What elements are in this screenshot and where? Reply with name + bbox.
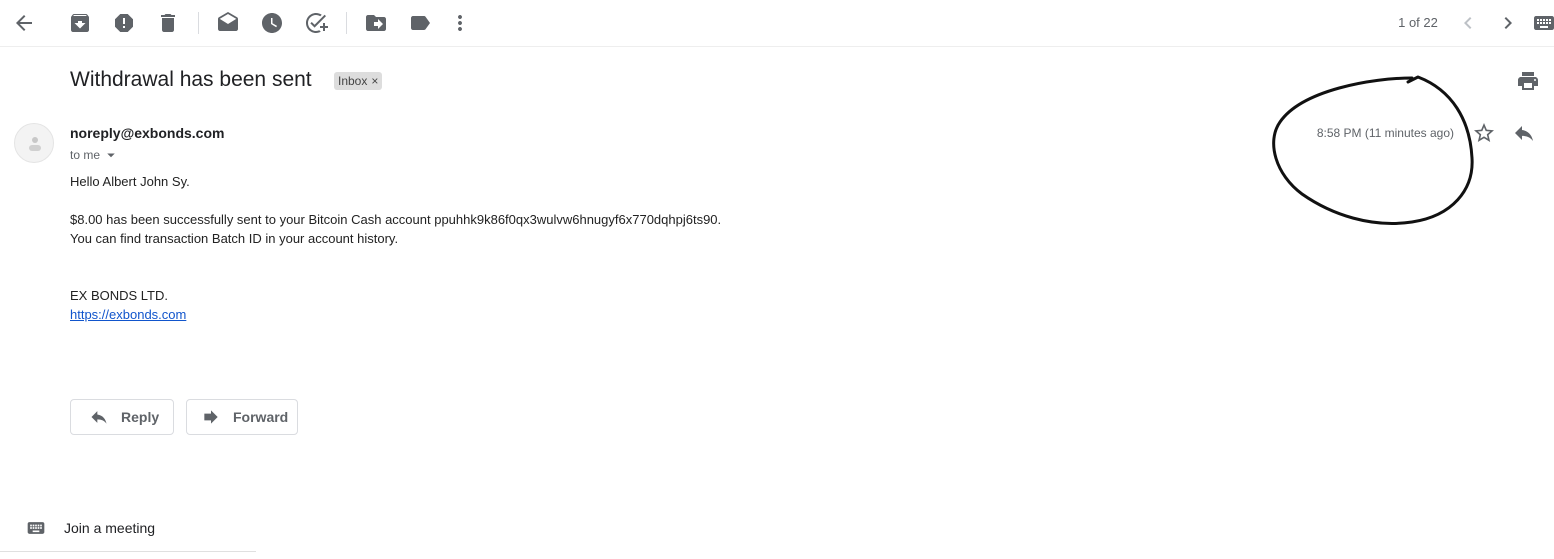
- remove-label-icon[interactable]: ×: [371, 72, 378, 90]
- forward-icon: [204, 410, 218, 424]
- annotation-circle: [1272, 75, 1474, 225]
- forward-button-label: Forward: [233, 409, 289, 425]
- sidebar-divider: [0, 551, 256, 552]
- message-toolbar: 1 of 22: [0, 0, 1554, 47]
- recipient-text: to me: [70, 148, 101, 162]
- star-icon[interactable]: [1472, 121, 1496, 145]
- body-company: EX BONDS LTD.: [70, 288, 169, 303]
- keyboard-icon: [27, 522, 45, 534]
- message-timestamp: 8:58 PM (11 minutes ago): [1316, 126, 1454, 140]
- toolbar-divider: [346, 12, 347, 34]
- join-meeting-label: Join a meeting: [64, 520, 156, 536]
- more-vert-icon[interactable]: [448, 11, 472, 35]
- join-meeting-item[interactable]: Join a meeting: [26, 518, 155, 538]
- sender-avatar: [14, 123, 54, 163]
- report-spam-icon[interactable]: [112, 11, 136, 35]
- body-line-1: $8.00 has been successfully sent to your…: [70, 212, 722, 227]
- print-icon[interactable]: [1516, 69, 1540, 93]
- forward-button[interactable]: Forward: [186, 399, 298, 435]
- recipient-details[interactable]: to me: [70, 146, 120, 164]
- body-line-2: You can find transaction Batch ID in you…: [70, 231, 399, 246]
- body-greeting: Hello Albert John Sy.: [70, 174, 190, 189]
- snooze-icon[interactable]: [260, 11, 284, 35]
- chevron-down-icon[interactable]: [102, 146, 120, 164]
- body-link[interactable]: https://exbonds.com: [70, 307, 186, 322]
- sender-address[interactable]: noreply@exbonds.com: [70, 125, 224, 141]
- mark-unread-icon[interactable]: [216, 11, 240, 35]
- label-icon[interactable]: [408, 11, 432, 35]
- toolbar-divider: [198, 12, 199, 34]
- label-chip-text: Inbox: [338, 74, 368, 88]
- older-icon[interactable]: [1496, 11, 1520, 35]
- arrow-back-icon[interactable]: [12, 11, 36, 35]
- reply-button-label: Reply: [121, 409, 160, 425]
- reply-icon: [91, 411, 107, 424]
- archive-icon[interactable]: [68, 11, 92, 35]
- delete-icon[interactable]: [156, 11, 180, 35]
- add-task-icon[interactable]: [304, 11, 328, 35]
- newer-icon[interactable]: [1456, 11, 1480, 35]
- reply-button[interactable]: Reply: [70, 399, 174, 435]
- move-to-icon[interactable]: [364, 11, 388, 35]
- email-subject: Withdrawal has been sent: [70, 68, 312, 91]
- reply-icon[interactable]: [1512, 121, 1536, 145]
- keyboard-icon[interactable]: [1532, 11, 1554, 35]
- inbox-label-chip[interactable]: Inbox ×: [334, 72, 383, 90]
- pagination-count: 1 of 22: [1398, 15, 1438, 30]
